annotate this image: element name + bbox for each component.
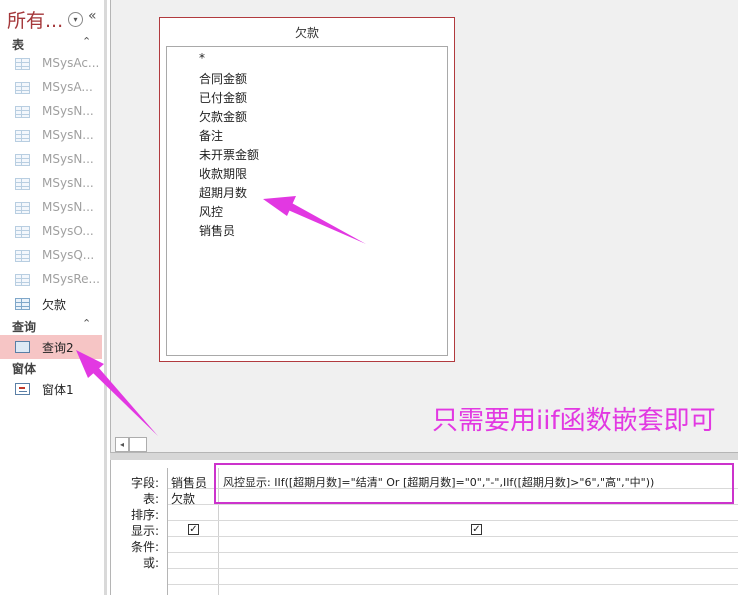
arrow-head [263,196,296,216]
arrow-shaft [288,202,366,244]
annotation-arrows [76,196,366,436]
arrow-shaft [92,367,158,436]
